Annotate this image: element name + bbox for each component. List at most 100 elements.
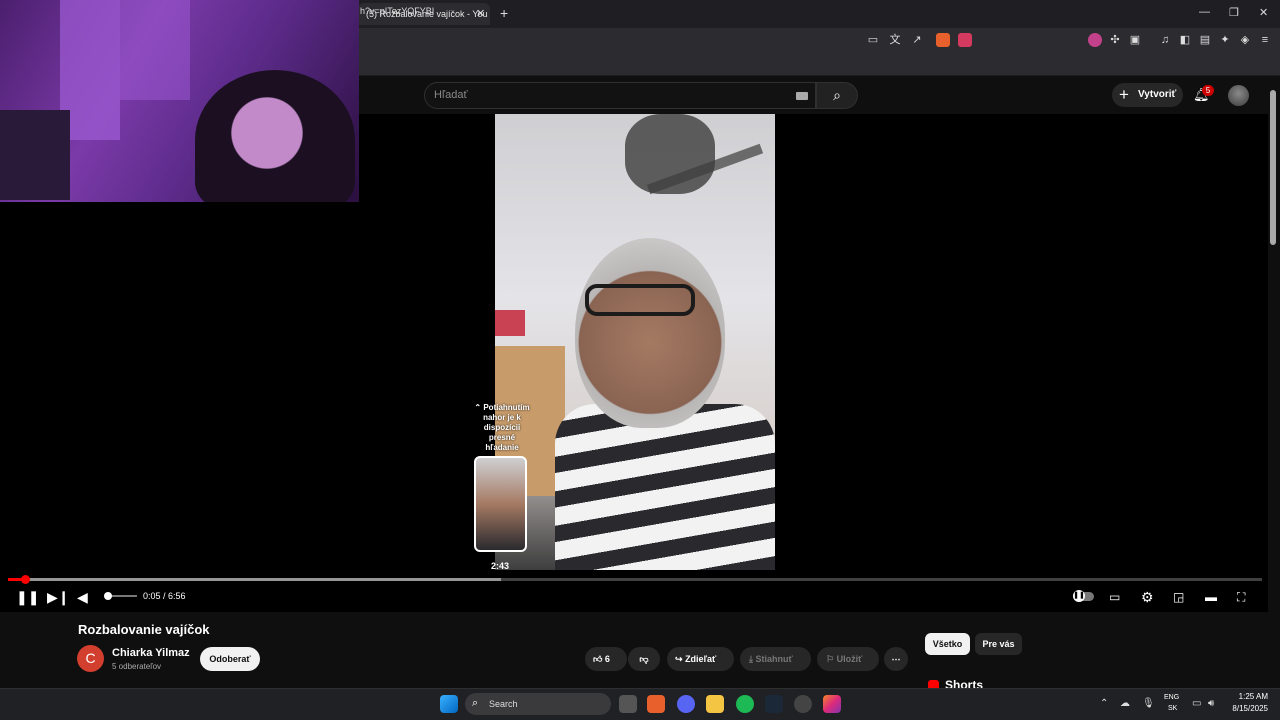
theater-icon: ▬ bbox=[1205, 590, 1217, 604]
sidebar-icon[interactable]: ◧ bbox=[1178, 33, 1192, 47]
dislike-button[interactable]: 👎︎ bbox=[628, 647, 660, 671]
music-icon[interactable]: ♫ bbox=[1158, 33, 1172, 47]
page-scrollbar[interactable] bbox=[1270, 90, 1276, 245]
brave-rewards-icon[interactable] bbox=[958, 33, 972, 47]
seek-preview-thumbnail bbox=[474, 456, 527, 552]
video-frame[interactable] bbox=[495, 114, 775, 570]
notification-badge: 5 bbox=[1202, 85, 1214, 96]
seek-hint: ⌃ Potiahnutím nahor je k dispozícii pres… bbox=[474, 403, 530, 452]
subtitles-icon: ▭ bbox=[1109, 590, 1121, 604]
volume-knob[interactable] bbox=[104, 592, 112, 600]
person-head bbox=[575, 238, 725, 428]
save-label: Uložiť bbox=[836, 654, 863, 664]
next-button[interactable]: ▶❙ bbox=[47, 589, 70, 605]
steam-icon[interactable] bbox=[765, 695, 783, 713]
progress-buffered bbox=[8, 578, 501, 581]
save-button[interactable]: ⚐ Uložiť bbox=[817, 647, 879, 671]
wallet-icon[interactable]: ▤ bbox=[1198, 33, 1212, 47]
pause-button[interactable]: ❚❚ bbox=[16, 589, 39, 605]
search-input[interactable] bbox=[424, 82, 816, 109]
search-button[interactable]: ⌕ bbox=[816, 82, 858, 109]
channel-name[interactable]: Chiarka Yilmaz bbox=[112, 647, 190, 659]
spotify-icon[interactable] bbox=[736, 695, 754, 713]
tray-chevron-icon[interactable]: ⌃ bbox=[1100, 698, 1108, 709]
microphone-icon[interactable]: 🎙︎ bbox=[1142, 698, 1155, 709]
keyboard-icon[interactable] bbox=[796, 92, 808, 100]
extension-icon[interactable] bbox=[1088, 33, 1102, 47]
taskbar bbox=[0, 688, 1280, 720]
clock-date[interactable]: 8/15/2025 bbox=[1226, 704, 1268, 713]
screenshot-icon[interactable]: ▣ bbox=[1128, 33, 1142, 47]
channel-avatar[interactable]: C bbox=[77, 645, 104, 672]
monitor bbox=[0, 110, 70, 200]
filter-chip-all[interactable]: Všetko bbox=[925, 633, 970, 655]
restore-button[interactable]: ❐ bbox=[1229, 6, 1239, 19]
subscribe-button[interactable]: Odoberať bbox=[200, 647, 260, 671]
red-object bbox=[495, 310, 525, 336]
network-icon[interactable]: ▭ bbox=[1192, 698, 1201, 709]
discord-icon[interactable] bbox=[677, 695, 695, 713]
avatar[interactable] bbox=[1228, 85, 1249, 106]
brave-shield-icon[interactable] bbox=[936, 33, 950, 47]
theater-button[interactable]: ▬ bbox=[1205, 589, 1217, 605]
photos-icon[interactable] bbox=[823, 695, 841, 713]
thumbs-down-icon: 👎︎ bbox=[639, 654, 649, 664]
leo-ai-icon[interactable]: ✦ bbox=[1218, 33, 1232, 47]
language-indicator[interactable]: ENG bbox=[1164, 694, 1179, 701]
file-explorer-icon[interactable] bbox=[706, 695, 724, 713]
video-title: Rozbalovanie vajíčok bbox=[78, 622, 210, 637]
time-display: 0:05 / 6:56 bbox=[143, 591, 186, 601]
share-icon: ↪ bbox=[675, 654, 683, 664]
puzzle-icon[interactable]: ✣ bbox=[1108, 33, 1122, 47]
acoustic-panel bbox=[120, 0, 190, 100]
mute-button[interactable]: ◀︎ bbox=[77, 589, 88, 605]
filter-chip-for-you[interactable]: Pre vás bbox=[975, 633, 1022, 655]
search-icon: ⌕ bbox=[833, 87, 841, 103]
bookmark-icon: ⚐ bbox=[826, 654, 835, 664]
cast-icon[interactable]: ▭ bbox=[866, 33, 880, 47]
search-icon: ⌕ bbox=[472, 697, 479, 709]
miniplayer-icon: ◲ bbox=[1173, 590, 1185, 604]
obs-icon[interactable] bbox=[794, 695, 812, 713]
close-window-button[interactable]: ✕ bbox=[1259, 6, 1268, 19]
share-button[interactable]: ↪ Zdieľať bbox=[667, 647, 734, 671]
more-actions-button[interactable]: ⋯ bbox=[884, 647, 908, 671]
streamer bbox=[195, 70, 355, 202]
like-button[interactable]: 👍︎ 6 bbox=[585, 647, 627, 671]
search-placeholder: Hľadať bbox=[434, 89, 468, 101]
download-icon: ⤓ bbox=[749, 654, 753, 664]
onedrive-icon[interactable]: ☁ bbox=[1120, 698, 1130, 709]
progress-scrubber[interactable] bbox=[21, 575, 30, 584]
download-label: Stiahnuť bbox=[755, 654, 793, 664]
speaker-icon[interactable]: 🔊︎ bbox=[1208, 698, 1214, 709]
share-icon[interactable]: ↗ bbox=[910, 33, 924, 47]
clock-time[interactable]: 1:25 AM bbox=[1232, 692, 1268, 701]
windows-start-icon[interactable] bbox=[440, 695, 458, 713]
minimize-button[interactable]: — bbox=[1199, 6, 1210, 18]
subtitles-button[interactable]: ▭ bbox=[1109, 589, 1120, 605]
keyboard-layout[interactable]: SK bbox=[1168, 705, 1177, 712]
volume-icon: ◀︎ bbox=[77, 589, 88, 605]
plus-icon: + bbox=[1119, 85, 1129, 104]
new-tab-button[interactable]: + bbox=[500, 5, 508, 21]
brave-browser-icon[interactable] bbox=[647, 695, 665, 713]
fullscreen-button[interactable]: ⛶ bbox=[1237, 589, 1245, 605]
person-body bbox=[555, 404, 775, 570]
more-icon: ⋯ bbox=[891, 654, 901, 664]
fullscreen-icon: ⛶ bbox=[1237, 590, 1246, 604]
vpn-icon[interactable]: ◈ bbox=[1238, 33, 1252, 47]
taskbar-search[interactable]: Search bbox=[465, 693, 611, 715]
glasses bbox=[585, 284, 695, 316]
download-button[interactable]: ⤓ Stiahnuť bbox=[740, 647, 811, 671]
like-count: 6 bbox=[604, 654, 610, 664]
share-label: Zdieľať bbox=[685, 654, 717, 664]
autoplay-pause-icon: ❚❚ bbox=[1073, 590, 1085, 602]
settings-button[interactable]: ⚙ bbox=[1141, 589, 1154, 605]
translate-icon[interactable]: 文 bbox=[888, 33, 902, 47]
tab-close-icon[interactable]: ✕ bbox=[476, 7, 485, 20]
miniplayer-button[interactable]: ◲ bbox=[1173, 589, 1184, 605]
url-field[interactable]: h?v=pITezYQFYBI bbox=[360, 6, 434, 16]
task-view-icon[interactable] bbox=[619, 695, 637, 713]
menu-icon[interactable]: ≡ bbox=[1258, 33, 1272, 47]
next-icon: ▶❙ bbox=[47, 589, 70, 605]
